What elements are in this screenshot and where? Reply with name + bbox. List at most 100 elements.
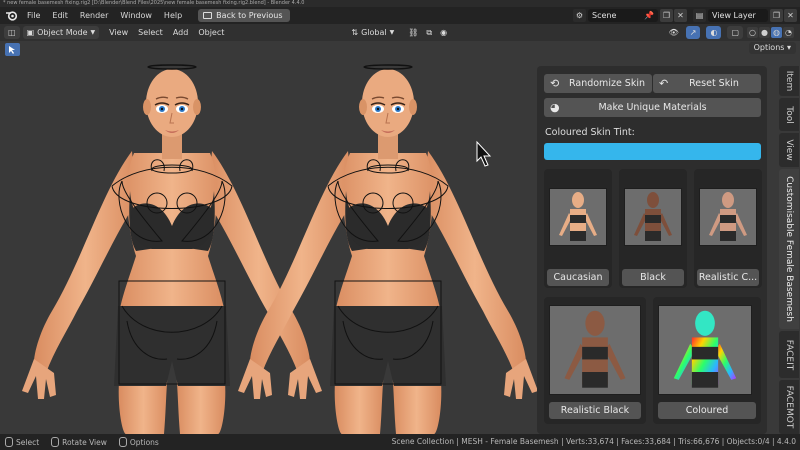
refresh-icon: ⟲	[550, 77, 560, 90]
options-label: Options	[753, 43, 785, 52]
chevron-down-icon: ▼	[90, 29, 96, 36]
preset-thumbnail-black	[624, 188, 682, 246]
material-icon: ◕	[550, 101, 560, 114]
status-rotate: Rotate View	[51, 437, 107, 447]
view-layer-field[interactable]: View Layer	[708, 9, 768, 22]
status-select-label: Select	[16, 437, 40, 447]
preset-button-realistic-black[interactable]: Realistic Black	[549, 402, 641, 419]
mode-dropdown[interactable]: ▣ Object Mode ▼	[22, 26, 100, 39]
view-layer-icon[interactable]: ▤	[693, 9, 706, 22]
status-select: Select	[5, 437, 39, 447]
mode-label: Object Mode	[37, 28, 88, 37]
solid-shading-icon[interactable]: ●	[759, 27, 770, 38]
status-options-label: Options	[129, 437, 159, 447]
menu-render[interactable]: Render	[74, 11, 114, 20]
options-dropdown[interactable]: Options ▾	[748, 42, 796, 54]
preset-button-black[interactable]: Black	[622, 269, 684, 286]
delete-view-layer-icon[interactable]: ✕	[784, 9, 797, 22]
sidebar-tabs: Item Tool View Customisable Female Basem…	[779, 66, 800, 434]
status-rotate-label: Rotate View	[62, 437, 107, 447]
female-basemesh-left[interactable]	[21, 64, 323, 434]
transform-orientation-dropdown[interactable]: ⇅ Global ▼	[347, 26, 398, 39]
preset-card-black[interactable]: Black	[619, 169, 687, 288]
reset-skin-label: Reset Skin	[689, 78, 739, 89]
scene-statistics: Scene Collection | MESH - Female Basemes…	[391, 437, 796, 446]
tint-label: Coloured Skin Tint:	[545, 127, 635, 138]
tab-faceit-label: FACEIT	[784, 339, 794, 370]
wireframe-shading-icon[interactable]: ○	[747, 27, 758, 38]
object-mode-icon: ▣	[26, 28, 35, 37]
tab-item[interactable]: Item	[779, 66, 799, 96]
snap-icon: ⧉	[426, 27, 433, 37]
proportional-icon: ◉	[440, 28, 448, 37]
preset-card-realistic-caucasian[interactable]: Realistic C...	[694, 169, 762, 288]
menu-file[interactable]: File	[21, 11, 46, 20]
select-tool-button[interactable]	[5, 43, 20, 56]
overlay-toggle[interactable]: ◐	[706, 26, 722, 39]
status-bar: Select Rotate View Options Scene Collect…	[0, 434, 800, 450]
eye-icon: 👁	[668, 28, 679, 37]
gizmo-toggle[interactable]: ↗	[685, 26, 701, 39]
new-scene-icon[interactable]: ❐	[660, 9, 673, 22]
link-icon: ⛓	[408, 28, 419, 37]
scene-icon[interactable]: ⚙	[573, 9, 586, 22]
menu-help[interactable]: Help	[158, 11, 188, 20]
tab-addon-label: Customisable Female Basemesh	[784, 176, 794, 322]
chevron-down-icon: ▼	[389, 29, 395, 36]
menu-window[interactable]: Window	[114, 11, 158, 20]
tab-view[interactable]: View	[779, 133, 799, 167]
preset-button-realistic-caucasian[interactable]: Realistic C...	[697, 269, 759, 286]
delete-scene-icon[interactable]: ✕	[674, 9, 687, 22]
pivot-dropdown[interactable]: ⛓	[404, 26, 422, 39]
blender-logo-icon[interactable]	[4, 10, 18, 22]
preset-thumbnail-caucasian	[549, 188, 607, 246]
snap-toggle[interactable]: ⧉	[422, 26, 436, 39]
tab-faceit[interactable]: FACEIT	[779, 331, 799, 378]
mouse-middle-icon	[51, 437, 60, 447]
editor-type-button[interactable]: ◫	[4, 26, 20, 39]
preset-card-caucasian[interactable]: Caucasian	[544, 169, 612, 288]
menu-object[interactable]: Object	[193, 28, 229, 37]
xray-toggle[interactable]: ▢	[727, 26, 743, 39]
preset-button-coloured[interactable]: Coloured	[658, 402, 756, 419]
female-basemesh-right[interactable]	[237, 64, 539, 434]
menu-edit[interactable]: Edit	[46, 11, 74, 20]
window-title: * new female basemesh fixing.rig2 [D:\Bl…	[0, 0, 800, 7]
mouse-left-icon	[5, 437, 13, 447]
view-layer-name: View Layer	[712, 11, 756, 20]
rendered-shading-icon[interactable]: ◔	[783, 27, 794, 38]
new-view-layer-icon[interactable]: ❐	[770, 9, 783, 22]
back-button-label: Back to Previous	[216, 11, 283, 20]
skin-panel: ⟲ Randomize Skin ↶ Reset Skin ◕ Make Uni…	[537, 66, 767, 434]
make-unique-materials-button[interactable]: ◕ Make Unique Materials	[544, 98, 761, 117]
proportional-edit-toggle[interactable]: ◉	[436, 26, 451, 39]
overlay-icon: ◐	[710, 28, 718, 37]
tab-item-label: Item	[784, 70, 794, 92]
cursor-arrow-icon	[9, 46, 15, 54]
preset-button-caucasian[interactable]: Caucasian	[547, 269, 609, 286]
preset-thumbnail-coloured	[658, 305, 752, 395]
top-menu-bar: File Edit Render Window Help Back to Pre…	[0, 7, 800, 24]
visibility-dropdown[interactable]: 👁	[665, 26, 683, 39]
randomize-skin-button[interactable]: ⟲ Randomize Skin	[544, 74, 652, 93]
back-screen-icon	[203, 12, 213, 19]
tab-facemot-label: FACEMOT	[784, 385, 794, 429]
tab-customisable-female-basemesh[interactable]: Customisable Female Basemesh	[779, 169, 799, 329]
menu-add[interactable]: Add	[168, 28, 194, 37]
scene-field[interactable]: Scene 📌	[588, 9, 658, 22]
preset-card-coloured[interactable]: Coloured	[653, 297, 761, 424]
tab-facemot[interactable]: FACEMOT	[779, 380, 799, 434]
mouse-cursor	[476, 140, 492, 167]
skin-tint-color-field[interactable]	[544, 143, 761, 160]
preset-thumbnail-realistic-black	[549, 305, 641, 395]
reset-skin-button[interactable]: ↶ Reset Skin	[653, 74, 761, 93]
orientation-icon: ⇅	[351, 28, 359, 37]
tab-tool[interactable]: Tool	[779, 98, 799, 131]
undo-icon: ↶	[659, 77, 669, 90]
preset-card-realistic-black[interactable]: Realistic Black	[544, 297, 646, 424]
tab-tool-label: Tool	[784, 105, 794, 124]
menu-view[interactable]: View	[104, 28, 133, 37]
menu-select[interactable]: Select	[133, 28, 168, 37]
back-to-previous-button[interactable]: Back to Previous	[198, 9, 290, 22]
material-shading-icon[interactable]: ◍	[771, 27, 782, 38]
